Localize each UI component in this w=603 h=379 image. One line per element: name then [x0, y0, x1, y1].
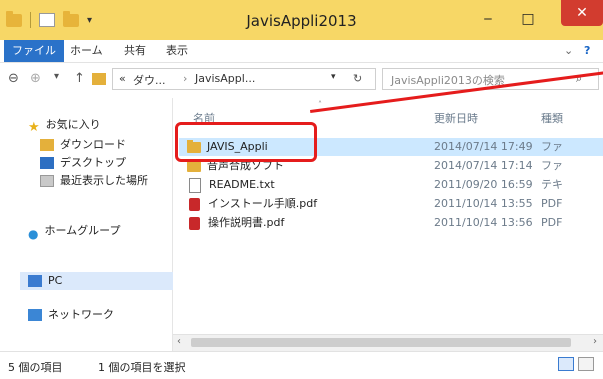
tab-home[interactable]: ホーム — [70, 40, 103, 62]
title-bar: ▾ JavisAppli2013 ‒ □ ✕ — [0, 0, 603, 40]
address-row: ⊖ ⊕ ▾ ↑ « ダウ... › JavisAppl... ▾ ↻ Javis… — [0, 63, 603, 95]
pdf-icon — [189, 216, 200, 230]
star-icon: ★ — [28, 120, 40, 135]
tab-share[interactable]: 共有 — [124, 40, 146, 62]
path-overflow[interactable]: « — [119, 72, 126, 85]
item-count: 5 個の項目 — [8, 361, 63, 374]
file-type: テキ — [541, 178, 563, 191]
nav-label: ホームグループ — [44, 224, 121, 237]
nav-label: ダウンロード — [60, 138, 126, 151]
nav-downloads[interactable]: ダウンロード — [40, 136, 126, 154]
help-icon[interactable]: ? — [584, 40, 590, 62]
file-date: 2011/10/14 13:55 — [434, 197, 533, 210]
nav-label: ネットワーク — [48, 308, 114, 321]
file-date: 2014/07/14 17:14 — [434, 159, 533, 172]
nav-desktop[interactable]: デスクトップ — [40, 154, 126, 172]
nav-label: デスクトップ — [60, 156, 126, 169]
recent-places-icon — [40, 175, 54, 187]
nav-pc[interactable]: PC — [20, 272, 178, 290]
forward-icon[interactable]: ⊕ — [30, 71, 41, 86]
path-separator-icon: › — [183, 72, 188, 85]
ribbon-expand-icon[interactable]: ⌄ — [564, 40, 573, 62]
minimize-button[interactable]: ‒ — [473, 6, 503, 32]
pdf-icon — [189, 197, 200, 211]
details-view-icon[interactable] — [558, 357, 574, 371]
refresh-icon[interactable]: ↻ — [353, 72, 362, 85]
pc-icon — [28, 275, 42, 287]
file-type: PDF — [541, 216, 563, 229]
path-dropdown-icon[interactable]: ▾ — [331, 72, 336, 82]
folder-icon — [187, 158, 201, 172]
file-type: PDF — [541, 197, 563, 210]
file-date: 2011/10/14 13:56 — [434, 216, 533, 229]
navigation-pane: ★ お気に入り ダウンロード デスクトップ 最近表示した場所 ● ホームグループ P… — [0, 98, 178, 360]
back-icon[interactable]: ⊖ — [8, 71, 19, 86]
download-folder-icon — [40, 139, 54, 151]
nav-favorites[interactable]: ★ お気に入り — [28, 116, 101, 135]
file-row[interactable]: 操作説明書.pdf 2011/10/14 13:56 PDF — [179, 214, 603, 232]
file-name: 操作説明書.pdf — [208, 216, 285, 229]
large-icons-view-icon[interactable] — [578, 357, 594, 371]
file-type: ファ — [541, 140, 563, 153]
scrollbar-thumb[interactable] — [191, 338, 571, 347]
selected-count: 1 個の項目を選択 — [98, 361, 186, 374]
column-header-date[interactable]: 更新日時 — [434, 110, 478, 126]
nav-homegroup[interactable]: ● ホームグループ — [28, 222, 121, 241]
nav-label: PC — [48, 274, 63, 287]
tab-view[interactable]: 表示 — [166, 40, 188, 62]
ribbon-tabs: ファイル ホーム 共有 表示 ⌄ ? — [0, 40, 603, 63]
up-icon[interactable]: ↑ — [74, 71, 85, 86]
scroll-left-icon[interactable]: ‹ — [177, 336, 181, 347]
explorer-window: ▾ JavisAppli2013 ‒ □ ✕ ファイル ホーム 共有 表示 ⌄ … — [0, 0, 603, 379]
column-header-type[interactable]: 種類 — [541, 110, 563, 126]
homegroup-icon: ● — [28, 227, 39, 241]
file-row[interactable]: インストール手順.pdf 2011/10/14 13:55 PDF — [179, 195, 603, 213]
path-segment-current[interactable]: JavisAppl... — [195, 72, 255, 85]
horizontal-scrollbar[interactable]: ‹ › — [173, 334, 603, 351]
close-button[interactable]: ✕ — [561, 0, 603, 26]
file-date: 2014/07/14 17:49 — [434, 140, 533, 153]
scroll-right-icon[interactable]: › — [593, 336, 597, 347]
file-date: 2011/09/20 16:59 — [434, 178, 533, 191]
maximize-button[interactable]: □ — [513, 6, 543, 32]
file-type: ファ — [541, 159, 563, 172]
status-bar: 5 個の項目 1 個の項目を選択 — [0, 351, 603, 379]
annotation-highlight — [175, 122, 317, 162]
recent-locations-icon[interactable]: ▾ — [54, 71, 59, 82]
file-row[interactable]: README.txt 2011/09/20 16:59 テキ — [179, 176, 603, 194]
path-segment-downloads[interactable]: ダウ... — [133, 72, 166, 88]
nav-network[interactable]: ネットワーク — [28, 306, 114, 324]
address-folder-icon — [92, 73, 106, 85]
desktop-icon — [40, 157, 54, 169]
file-name: README.txt — [209, 178, 275, 191]
nav-label: 最近表示した場所 — [60, 174, 148, 187]
nav-recent-places[interactable]: 最近表示した場所 — [40, 172, 148, 190]
address-bar[interactable]: « ダウ... › JavisAppl... ▾ ↻ — [112, 68, 376, 90]
nav-label: お気に入り — [45, 118, 101, 131]
file-name: インストール手順.pdf — [208, 197, 318, 210]
text-file-icon — [189, 177, 201, 193]
network-icon — [28, 309, 42, 321]
tab-file[interactable]: ファイル — [4, 40, 64, 62]
